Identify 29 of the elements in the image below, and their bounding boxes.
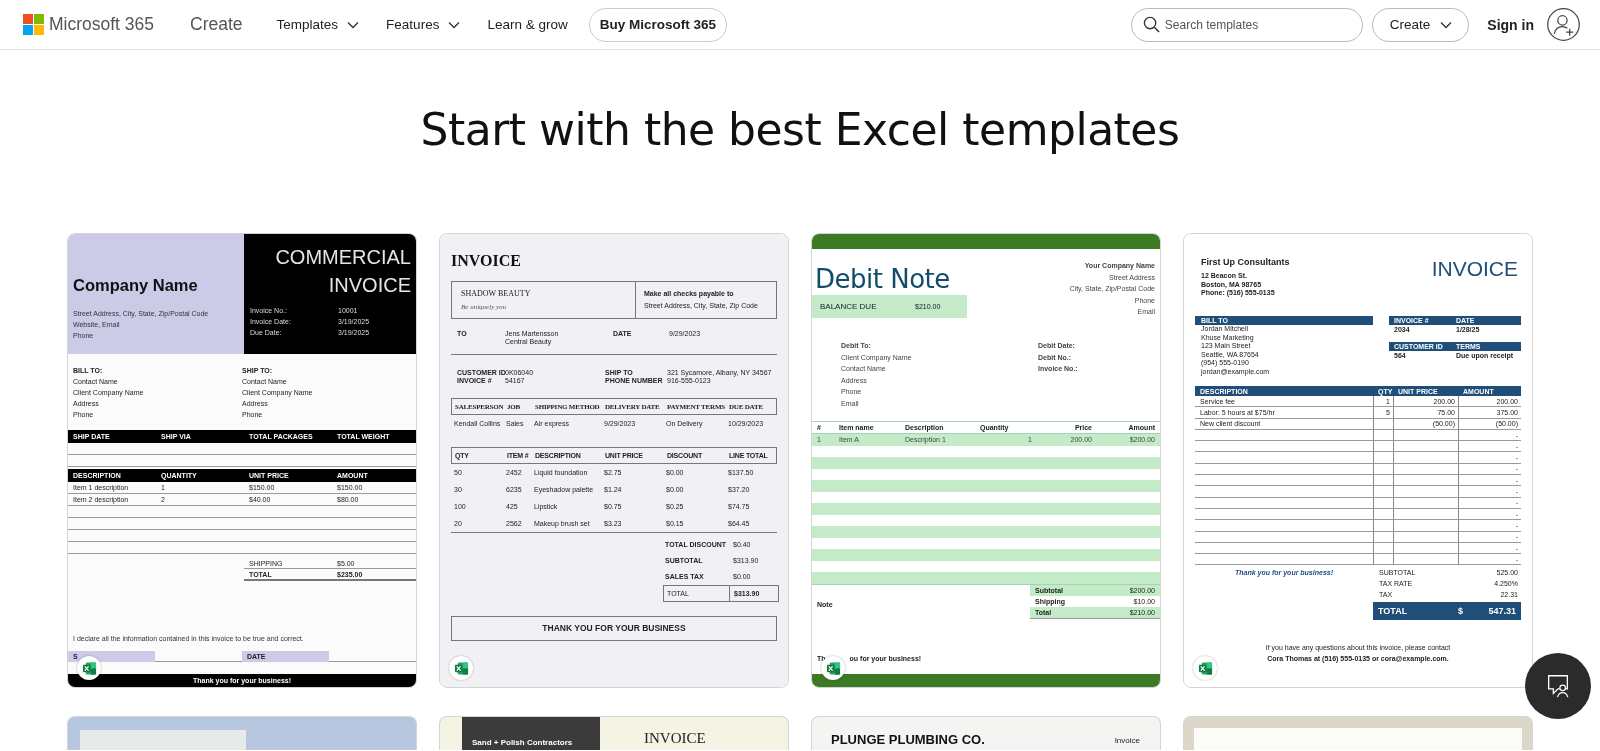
total-label: TOTAL <box>1378 606 1409 616</box>
company-name: Company Name <box>73 277 199 294</box>
company-name: Sand + Polish Contractors <box>472 738 573 747</box>
brand-link[interactable]: Microsoft 365 <box>49 14 155 35</box>
company-name: First Up Consultants <box>1201 258 1290 267</box>
buy-button[interactable]: Buy Microsoft 365 <box>588 7 727 42</box>
company-name: SHADOW BEAUTY <box>461 289 532 298</box>
document-title: INVOICE <box>644 730 706 748</box>
balance-label: BALANCE DUE <box>820 302 878 311</box>
document-title: Debit Note <box>814 263 951 295</box>
template-card[interactable]: PLUNGE PLUMBING CO. Invoice <box>811 716 1161 750</box>
document-title: Invoice <box>1114 735 1140 747</box>
thank-you-text: THANK YOU FOR YOUR BUSINESS <box>542 624 686 633</box>
document-title: INVOICE <box>327 273 411 298</box>
section-link[interactable]: Create <box>190 14 243 35</box>
document-title: COMMERCIAL <box>274 245 411 270</box>
nav-link[interactable]: Learn & grow <box>487 17 568 32</box>
page-heading: Start with the best Excel templates <box>419 103 1181 157</box>
currency-symbol: $ <box>1458 606 1464 616</box>
nav-link[interactable]: Templates <box>276 17 360 32</box>
company-name: PLUNGE PLUMBING CO. <box>831 732 985 749</box>
template-card[interactable]: Sand + Polish Contractors INVOICE <box>439 716 789 750</box>
document-title: INVOICE <box>1431 258 1519 282</box>
sign-in-link[interactable]: Sign in <box>1487 16 1534 33</box>
total-value: 547.31 <box>1488 606 1516 616</box>
nav-link[interactable]: Features <box>386 17 461 32</box>
search-field[interactable]: Search templates <box>1130 7 1363 42</box>
create-button[interactable]: Create <box>1371 7 1470 42</box>
document-title: INVOICE <box>451 253 522 269</box>
